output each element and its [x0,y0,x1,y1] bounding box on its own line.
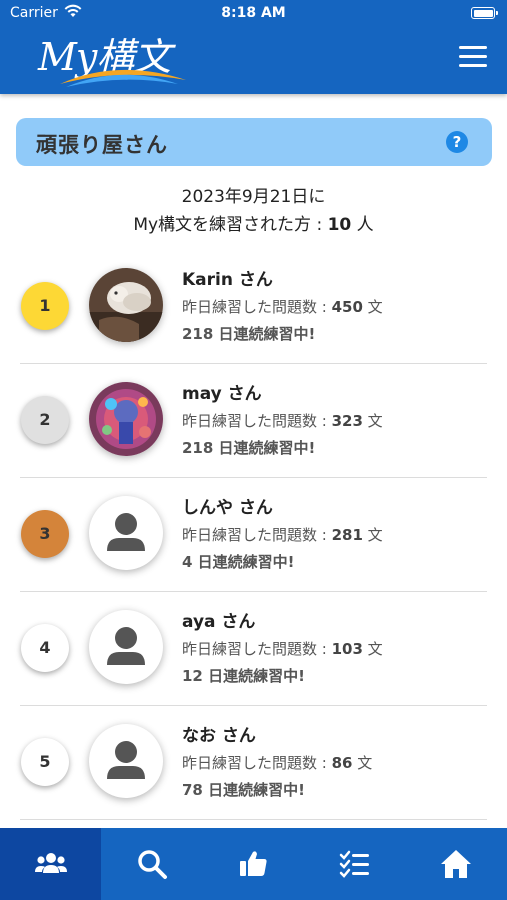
default-person-icon [107,513,145,551]
users-icon [34,853,67,873]
problems-count: 103 [331,640,363,658]
summary-unit: 人 [351,215,374,235]
battery-icon [471,7,498,19]
tab-favorites[interactable] [203,828,304,900]
streak-text: 12 日連続練習中! [182,667,305,685]
ranking-row[interactable]: 2 may さん 昨日練習した問題数 : 323 文 218 日連続練習中! [0,364,507,478]
problems-count: 281 [331,526,363,544]
problems-label: 昨日練習した問題数 : [182,412,332,430]
user-name: may さん [182,384,262,404]
row-divider [20,819,487,820]
problems-unit: 文 [352,754,373,772]
hamburger-menu-icon[interactable] [459,46,487,70]
rank-badge: 4 [21,624,69,672]
photo-cat-icon [89,268,163,342]
problems-line: 昨日練習した問題数 : 450 文 [182,294,492,321]
avatar [89,724,163,798]
ranking-info: may さん 昨日練習した問題数 : 323 文 218 日連続練習中! [182,380,492,462]
checklist-icon [339,850,369,878]
practice-summary: 2023年9月21日に My構文を練習された方 : 10 人 [0,183,507,239]
tab-ranking[interactable] [0,828,102,900]
problems-count: 450 [331,298,363,316]
thumbs-up-icon [239,851,267,876]
problems-unit: 文 [362,640,383,658]
rank-badge: 2 [21,396,69,444]
summary-prefix: My構文を練習された方 : [133,215,328,235]
ranking-row[interactable]: 1 Karin さん 昨日練習した問題数 : 450 文 218 日連続練習中! [0,250,507,364]
photo-colorful-icon [89,382,163,456]
default-person-icon [107,627,145,665]
streak-text: 4 日連続練習中! [182,553,295,571]
problems-label: 昨日練習した問題数 : [182,298,332,316]
search-icon [138,850,168,879]
user-name: aya さん [182,612,256,632]
problems-line: 昨日練習した問題数 : 86 文 [182,750,492,777]
problems-count: 323 [331,412,363,430]
home-icon [441,850,472,878]
rank-badge: 1 [21,282,69,330]
problems-label: 昨日練習した問題数 : [182,640,332,658]
default-person-icon [107,741,145,779]
problems-label: 昨日練習した問題数 : [182,754,332,772]
section-banner: 頑張り屋さん ? [16,118,492,166]
rank-badge: 3 [21,510,69,558]
ranking-row[interactable]: 3 しんや さん 昨日練習した問題数 : 281 文 4 日連続練習中! [0,478,507,592]
banner-title: 頑張り屋さん [36,133,168,157]
user-name: Karin さん [182,270,273,290]
avatar [89,382,163,456]
problems-line: 昨日練習した問題数 : 323 文 [182,408,492,435]
avatar [89,268,163,342]
summary-date: 2023年9月21日に [181,187,326,207]
avatar [89,496,163,570]
ranking-info: Karin さん 昨日練習した問題数 : 450 文 218 日連続練習中! [182,266,492,348]
status-time: 8:18 AM [221,5,286,21]
ranking-info: aya さん 昨日練習した問題数 : 103 文 12 日連続練習中! [182,608,492,690]
problems-unit: 文 [362,298,383,316]
bottom-tab-bar [0,828,507,900]
ranking-row[interactable]: 5 なお さん 昨日練習した問題数 : 86 文 78 日連続練習中! [0,706,507,820]
status-bar: Carrier 8:18 AM [0,0,507,28]
avatar [89,610,163,684]
rank-badge: 5 [21,738,69,786]
user-name: なお さん [182,726,256,746]
user-name: しんや さん [182,498,273,518]
ranking-row[interactable]: 4 aya さん 昨日練習した問題数 : 103 文 12 日連続練習中! [0,592,507,706]
tab-search[interactable] [101,828,202,900]
ranking-info: なお さん 昨日練習した問題数 : 86 文 78 日連続練習中! [182,722,492,804]
ranking-info: しんや さん 昨日練習した問題数 : 281 文 4 日連続練習中! [182,494,492,576]
streak-text: 218 日連続練習中! [182,439,316,457]
problems-line: 昨日練習した問題数 : 281 文 [182,522,492,549]
top-app-bar: Carrier 8:18 AM My構文 [0,0,507,94]
help-icon[interactable]: ? [446,131,468,153]
tab-checklist[interactable] [304,828,405,900]
summary-count: 10 [327,215,352,235]
problems-unit: 文 [362,412,383,430]
app-logo: My構文 [38,26,198,90]
problems-line: 昨日練習した問題数 : 103 文 [182,636,492,663]
summary-count-line: My構文を練習された方 : 10 人 [0,211,507,239]
streak-text: 218 日連続練習中! [182,325,316,343]
problems-count: 86 [331,754,353,772]
problems-label: 昨日練習した問題数 : [182,526,332,544]
streak-text: 78 日連続練習中! [182,781,305,799]
problems-unit: 文 [362,526,383,544]
tab-home[interactable] [406,828,507,900]
logo-swoosh-icon [60,69,186,87]
